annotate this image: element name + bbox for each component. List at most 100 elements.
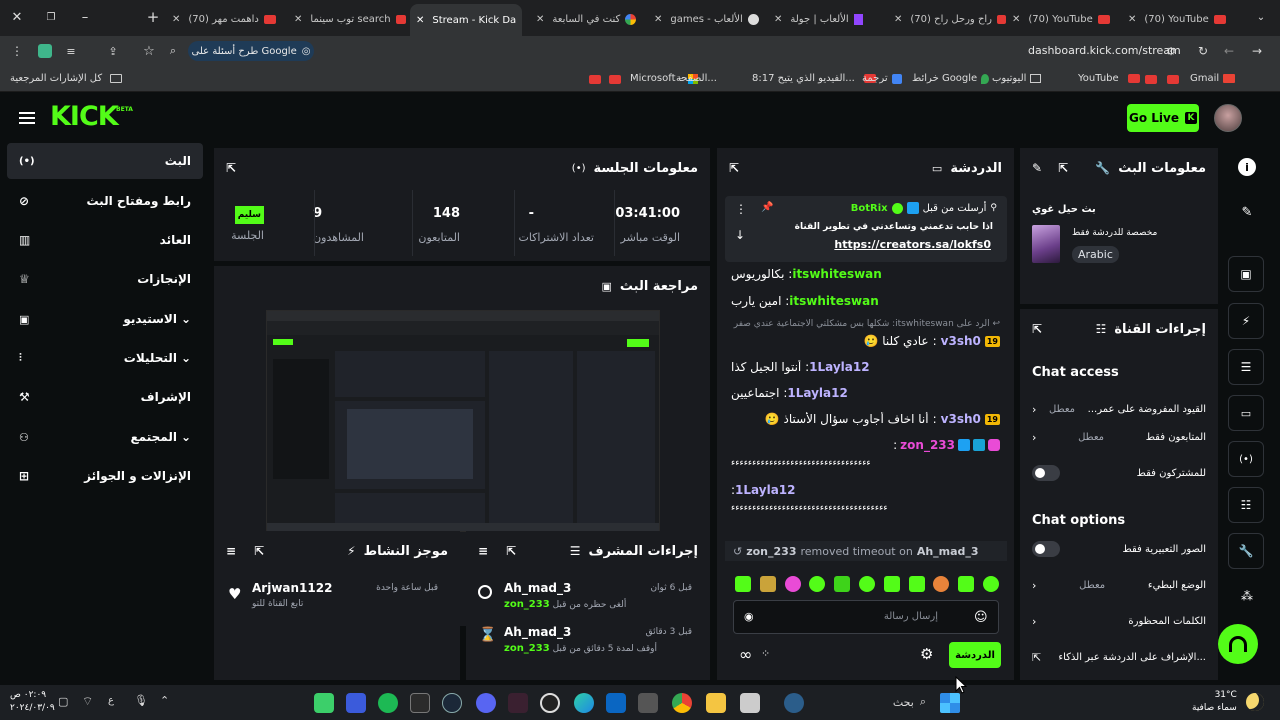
emote-icon[interactable] <box>834 576 851 592</box>
users-icon[interactable]: ⁘ <box>761 647 770 660</box>
close-window-icon[interactable]: ✕ <box>10 10 24 25</box>
browser-tab[interactable]: ✕ (70) YouTube <box>1128 8 1244 30</box>
rail-session-button[interactable]: (•) <box>1228 441 1264 477</box>
forward-icon[interactable]: ← <box>1222 44 1236 58</box>
tray-expand-icon[interactable]: ⌃ <box>160 694 169 707</box>
bookmark-all[interactable]: كل الإشارات المرجعية <box>10 73 123 84</box>
browser-tab[interactable]: ✕ (70) راح ورحل راح <box>894 8 1006 30</box>
browser-tab-active[interactable]: ✕ Stream - Kick Da <box>410 4 522 36</box>
close-tab-icon[interactable]: ✕ <box>1128 14 1136 25</box>
app-green-icon[interactable] <box>314 693 334 713</box>
rail-preview-button[interactable]: ▣ <box>1228 256 1264 292</box>
support-headset-button[interactable] <box>1218 624 1258 664</box>
sidebar-item-moderation[interactable]: الإشراف ⚒ <box>7 379 203 415</box>
youtube-icon[interactable] <box>1145 75 1157 84</box>
mod-action-user[interactable]: Ah_mad_3 <box>504 625 571 639</box>
bookmark-youtube[interactable]: YouTube <box>1078 73 1140 84</box>
subscribers-only-toggle[interactable] <box>1032 465 1060 481</box>
emoji-picker-icon[interactable]: ☺ <box>974 610 988 625</box>
browser-tab[interactable]: ✕ كنت في السابعة <box>536 8 648 30</box>
microphone-icon[interactable]: 🎙 <box>134 694 148 707</box>
stream-preview-video[interactable] <box>266 310 660 532</box>
close-tab-icon[interactable]: ✕ <box>774 14 782 25</box>
close-tab-icon[interactable]: ✕ <box>1012 14 1020 25</box>
url-text[interactable]: dashboard.kick.com/stream <box>1028 44 1181 57</box>
emote-icon[interactable] <box>858 576 875 592</box>
emote-icon[interactable] <box>759 576 776 592</box>
new-tab-icon[interactable]: + <box>146 8 160 26</box>
browser-tab[interactable]: ✕ games - الألعاب <box>654 8 764 30</box>
rail-activity-button[interactable]: ⚡ <box>1228 303 1264 339</box>
wifi-icon[interactable]: ⌔ <box>82 694 93 709</box>
close-tab-icon[interactable]: ✕ <box>416 15 424 26</box>
app-blue-icon[interactable] <box>346 693 366 713</box>
activity-user[interactable]: Arjwan1122 <box>252 581 332 595</box>
back-icon[interactable]: → <box>1250 44 1264 58</box>
filter-icon[interactable]: ≡ <box>226 544 236 558</box>
followers-only-row[interactable]: › معطل المتابعون فقط <box>1032 425 1206 449</box>
bookmark-video[interactable]: 8:17 الفيديو الذي يتيح... <box>752 73 876 84</box>
youtube-icon[interactable] <box>589 75 601 84</box>
banned-words-row[interactable]: › الكلمات المحظورة <box>1032 609 1206 633</box>
youtube-icon[interactable] <box>1167 75 1179 84</box>
app-widget-icon[interactable] <box>784 693 804 713</box>
popout-icon[interactable]: ⇱ <box>226 161 236 175</box>
store-icon[interactable] <box>606 693 626 713</box>
edit-icon[interactable]: ✎ <box>1238 203 1256 221</box>
task-view-icon[interactable] <box>740 693 760 713</box>
popout-icon[interactable]: ⇱ <box>1058 161 1068 175</box>
rail-channel-button[interactable]: ☷ <box>1228 487 1264 523</box>
youtube-icon[interactable] <box>609 75 621 84</box>
file-explorer-icon[interactable] <box>706 693 726 713</box>
zoom-icon[interactable]: ⌕ <box>166 44 180 58</box>
slow-mode-row[interactable]: › معطل الوضع البطيء <box>1032 573 1206 597</box>
taskbar-search[interactable]: بحث ⌕ <box>848 691 932 713</box>
chat-input[interactable]: ☺ إرسال رسالة ◉ <box>733 600 999 634</box>
pin-icon[interactable]: 📌 <box>761 202 773 213</box>
browser-tab[interactable]: ✕ (70) YouTube <box>1012 8 1118 30</box>
steam-icon[interactable] <box>442 693 462 713</box>
emote-icon[interactable] <box>958 576 975 592</box>
edit-pencil-icon[interactable]: ✎ <box>1032 161 1042 175</box>
emote-icon[interactable] <box>735 576 751 592</box>
sidebar-item-achievements[interactable]: الإنجازات ♕ <box>7 261 203 297</box>
mod-action-user[interactable]: Ah_mad_3 <box>504 581 571 595</box>
infinity-icon[interactable]: ∞ <box>739 645 752 664</box>
site-settings-icon[interactable]: ⚙ <box>1164 44 1178 58</box>
kick-logo[interactable]: KICK <box>50 101 119 132</box>
reload-icon[interactable]: ↻ <box>1196 44 1210 58</box>
filter-icon[interactable]: ≡ <box>478 544 488 558</box>
close-tab-icon[interactable]: ✕ <box>894 14 902 25</box>
close-tab-icon[interactable]: ✕ <box>294 14 302 25</box>
sidebar-item-stream[interactable]: البث (•) <box>7 143 203 179</box>
spotify-icon[interactable] <box>378 693 398 713</box>
ai-moderation-row[interactable]: ⇱ الإشراف على الدردشة عبر الذكاء... <box>1032 645 1206 669</box>
sidebar-item-drops[interactable]: الإنزالات و الجوائز ⊞ <box>7 458 203 494</box>
notifications-icon[interactable]: ▢ <box>58 695 68 708</box>
extension-icon[interactable] <box>38 44 52 58</box>
minimize-window-icon[interactable]: – <box>78 10 92 25</box>
pinned-message[interactable]: ⋮ 📌 ↓ ⚲ أرسلت من قبل BotRix اذا حابب تدع… <box>725 196 1007 262</box>
restore-window-icon[interactable]: ❐ <box>44 10 58 24</box>
bookmark-maps[interactable]: خرائط Google <box>912 73 990 84</box>
age-restriction-row[interactable]: › معطل القيود المفروضة على عمر... <box>1032 397 1206 421</box>
gear-icon[interactable]: ⚙ <box>920 645 933 663</box>
emote-icon[interactable] <box>883 576 900 592</box>
bookmark-star-icon[interactable]: ☆ <box>142 44 156 59</box>
bookmark-gmail[interactable]: Gmail <box>1190 73 1236 84</box>
bookmark-page[interactable]: الصفحة... <box>676 73 717 84</box>
discord-icon[interactable] <box>476 693 496 713</box>
expand-icon[interactable]: ↓ <box>735 228 745 242</box>
edge-icon[interactable] <box>574 693 594 713</box>
app-obs-icon[interactable] <box>540 693 560 713</box>
emote-icon[interactable] <box>809 576 826 592</box>
info-icon[interactable]: i <box>1238 158 1256 176</box>
go-live-button[interactable]: Go Live K <box>1127 104 1199 132</box>
close-tab-icon[interactable]: ✕ <box>172 14 180 25</box>
popout-icon[interactable]: ⇱ <box>506 544 516 558</box>
reading-list-icon[interactable]: ≡ <box>64 44 78 58</box>
chevron-down-icon[interactable]: ⌄ <box>181 351 191 365</box>
rail-wrench-button[interactable]: 🔧 <box>1228 533 1264 569</box>
browser-tab[interactable]: ✕ توب سينما search <box>294 8 406 30</box>
emotes-only-toggle[interactable] <box>1032 541 1060 557</box>
